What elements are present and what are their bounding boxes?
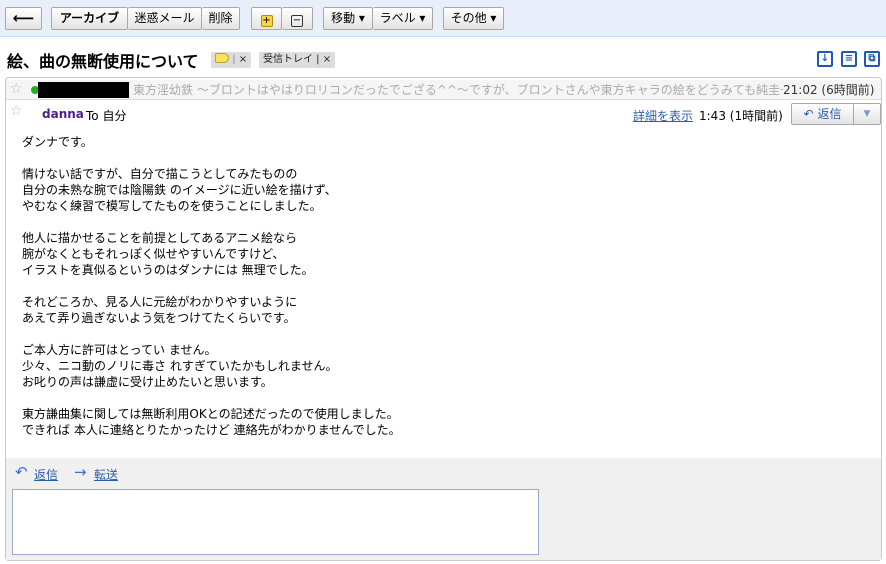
star-icon[interactable]: ☆: [10, 103, 23, 119]
message-body: ダンナです。 情けない話ですが、自分で描こうとしてみたものの 自分の未熟な腕では…: [22, 134, 862, 454]
body-paragraph: 他人に描かせることを前提としてあるアニメ絵なら 腕がなくともそれっぽく似せやすい…: [22, 231, 314, 277]
label-tag-icon: [215, 53, 229, 63]
collapsed-time: 21:02 (6時間前): [783, 83, 875, 97]
show-details-link[interactable]: 詳細を表示: [633, 107, 693, 124]
print-icon[interactable]: ≡: [841, 51, 857, 67]
reply-button[interactable]: ↶ 返信: [791, 103, 854, 125]
label-chip-starred[interactable]: | ×: [211, 52, 252, 68]
toolbar: ⟵ アーカイブ 迷惑メール 削除 + − 移動 ▾ ラベル ▾ その他 ▾: [0, 0, 886, 37]
reply-options-dropdown[interactable]: ▼: [853, 103, 881, 125]
delete-button[interactable]: 削除: [202, 7, 240, 30]
recipient: To 自分: [86, 109, 127, 123]
add-star-icon: +: [260, 15, 273, 27]
move-dropdown[interactable]: 移動 ▾: [323, 7, 373, 30]
forward-link[interactable]: 転送: [94, 466, 118, 483]
body-paragraph: 情けない話ですが、自分で描こうとしてみたものの 自分の未熟な腕では陰陽鉄 のイメ…: [22, 167, 337, 213]
body-paragraph: それどころか、見る人に元絵がわかりやすいように あえて弄り過ぎないよう気をつけて…: [22, 295, 298, 325]
label-chip-inbox[interactable]: 受信トレイ | ×: [259, 52, 336, 68]
body-paragraph: 東方謙曲集に関しては無断利用OKとの記述だったので使用しました。 できれば 本人…: [22, 407, 401, 437]
reply-arrow-icon: ↶: [803, 107, 814, 121]
back-arrow-icon: ⟵: [12, 9, 35, 27]
remove-icon: −: [291, 15, 303, 27]
add-star-button[interactable]: +: [251, 7, 282, 30]
new-window-icon[interactable]: ⧉: [864, 51, 880, 67]
collapsed-message[interactable]: ☆ 東方淫幼鉄 〜ブロントはやはりロリコンだったでござる^^〜ですが、ブロントさ…: [6, 80, 881, 100]
reply-arrow-icon: ↶: [15, 463, 28, 481]
remove-button[interactable]: −: [282, 7, 313, 30]
reply-link[interactable]: 返信: [34, 466, 58, 483]
label-dropdown[interactable]: ラベル ▾: [373, 7, 433, 30]
spam-button[interactable]: 迷惑メール: [128, 7, 202, 30]
message-time: 1:43 (1時間前): [699, 109, 783, 123]
body-paragraph: ご本人方に許可はとってい ません。 少々、ニコ動のノリに毒さ れすぎていたかもし…: [22, 343, 338, 389]
redacted-sender: [38, 82, 129, 98]
reply-textarea[interactable]: [12, 489, 539, 555]
body-paragraph: ダンナです。: [22, 135, 93, 149]
label-remove[interactable]: ×: [239, 54, 247, 65]
forward-arrow-icon: →: [74, 463, 87, 481]
archive-thread-icon[interactable]: ↓: [817, 51, 833, 67]
more-dropdown[interactable]: その他 ▾: [443, 7, 504, 30]
collapsed-snippet: 東方淫幼鉄 〜ブロントはやはりロリコンだったでござる^^〜ですが、ブロントさんや…: [133, 83, 783, 97]
archive-button[interactable]: アーカイブ: [51, 7, 128, 30]
chevron-down-icon: ▼: [863, 109, 871, 119]
sender-name[interactable]: danna: [42, 107, 84, 121]
back-button[interactable]: ⟵: [5, 7, 42, 30]
thread-subject: 絵、曲の無断使用について: [7, 52, 199, 71]
star-icon[interactable]: ☆: [10, 79, 23, 99]
